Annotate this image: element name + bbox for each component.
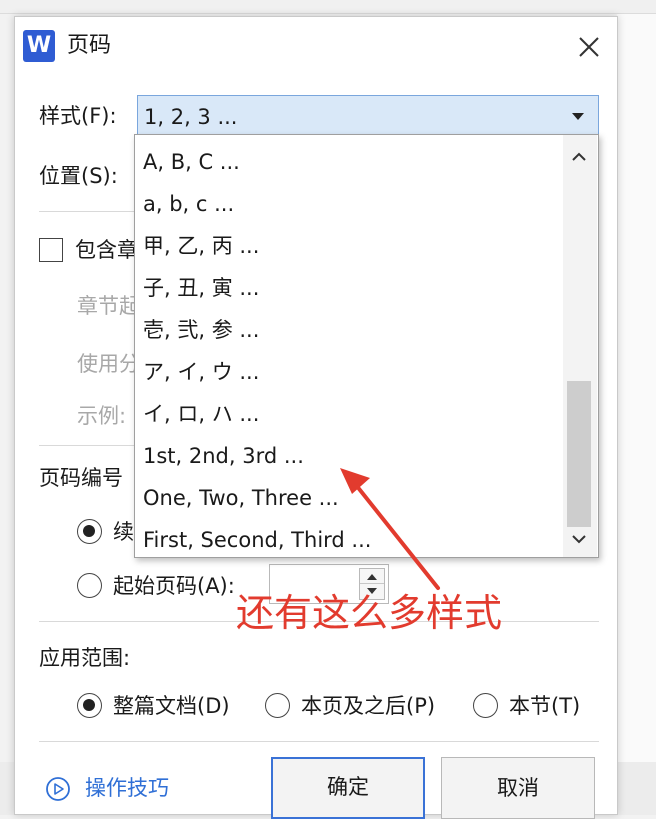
dropdown-item[interactable]: 1st, 2nd, 3rd ... bbox=[143, 441, 304, 471]
play-circle-icon bbox=[46, 777, 70, 801]
style-select[interactable]: 1, 2, 3 ... bbox=[137, 95, 599, 137]
close-icon bbox=[579, 37, 599, 57]
scope-this-page-after-radio[interactable] bbox=[265, 693, 290, 718]
cancel-button[interactable]: 取消 bbox=[441, 757, 595, 819]
scope-this-section-label: 本节(T) bbox=[509, 694, 581, 718]
start-page-radio[interactable] bbox=[77, 573, 102, 598]
include-chapter-checkbox[interactable] bbox=[39, 238, 63, 262]
scrollbar-thumb[interactable] bbox=[567, 381, 591, 527]
dropdown-item[interactable]: ア, イ, ウ ... bbox=[143, 357, 259, 387]
chapter-start-label: 章节起 bbox=[77, 294, 140, 318]
scope-whole-document-label: 整篇文档(D) bbox=[113, 694, 230, 718]
style-select-value: 1, 2, 3 ... bbox=[144, 105, 238, 129]
wps-logo-icon: W bbox=[23, 30, 55, 62]
scope-label: 应用范围: bbox=[39, 646, 131, 670]
scope-this-section-radio[interactable] bbox=[473, 693, 498, 718]
example-label: 示例: bbox=[77, 404, 127, 428]
use-separator-label: 使用分 bbox=[77, 352, 140, 376]
background-window-right bbox=[617, 14, 656, 815]
background-window-top bbox=[0, 0, 656, 14]
chevron-up-icon[interactable] bbox=[567, 145, 591, 169]
ok-button[interactable]: 确定 bbox=[271, 757, 425, 819]
dropdown-item[interactable]: a, b, c ... bbox=[143, 189, 234, 219]
dropdown-item[interactable]: A, B, C ... bbox=[143, 147, 240, 177]
close-button[interactable] bbox=[571, 29, 607, 65]
dropdown-item[interactable]: 壱, 弐, 参 ... bbox=[143, 315, 259, 345]
include-chapter-label: 包含章 bbox=[75, 238, 138, 262]
annotation-text: 还有这么多样式 bbox=[236, 591, 503, 635]
position-label: 位置(S): bbox=[39, 164, 118, 188]
continue-numbering-radio[interactable] bbox=[77, 519, 102, 544]
start-page-label: 起始页码(A): bbox=[113, 574, 235, 598]
operation-tips-link[interactable]: 操作技巧 bbox=[85, 773, 169, 803]
page-numbering-label: 页码编号 bbox=[39, 466, 123, 490]
dialog-title: 页码 bbox=[67, 33, 112, 58]
dialog-titlebar: W 页码 bbox=[15, 17, 617, 77]
dropdown-item[interactable]: イ, ロ, ハ ... bbox=[143, 399, 259, 429]
chevron-down-icon[interactable] bbox=[567, 527, 591, 551]
dropdown-item[interactable]: 子, 丑, 寅 ... bbox=[143, 273, 259, 303]
dropdown-item[interactable]: One, Two, Three ... bbox=[143, 483, 339, 513]
scope-whole-document-radio[interactable] bbox=[77, 693, 102, 718]
separator bbox=[39, 741, 599, 742]
scope-this-page-after-label: 本页及之后(P) bbox=[301, 694, 436, 718]
continue-numbering-label: 续 bbox=[113, 520, 134, 544]
dropdown-item[interactable]: 甲, 乙, 丙 ... bbox=[143, 231, 259, 261]
chevron-down-icon bbox=[572, 113, 584, 120]
style-label: 样式(F): bbox=[39, 104, 117, 128]
annotation-arrow-icon bbox=[340, 468, 440, 590]
